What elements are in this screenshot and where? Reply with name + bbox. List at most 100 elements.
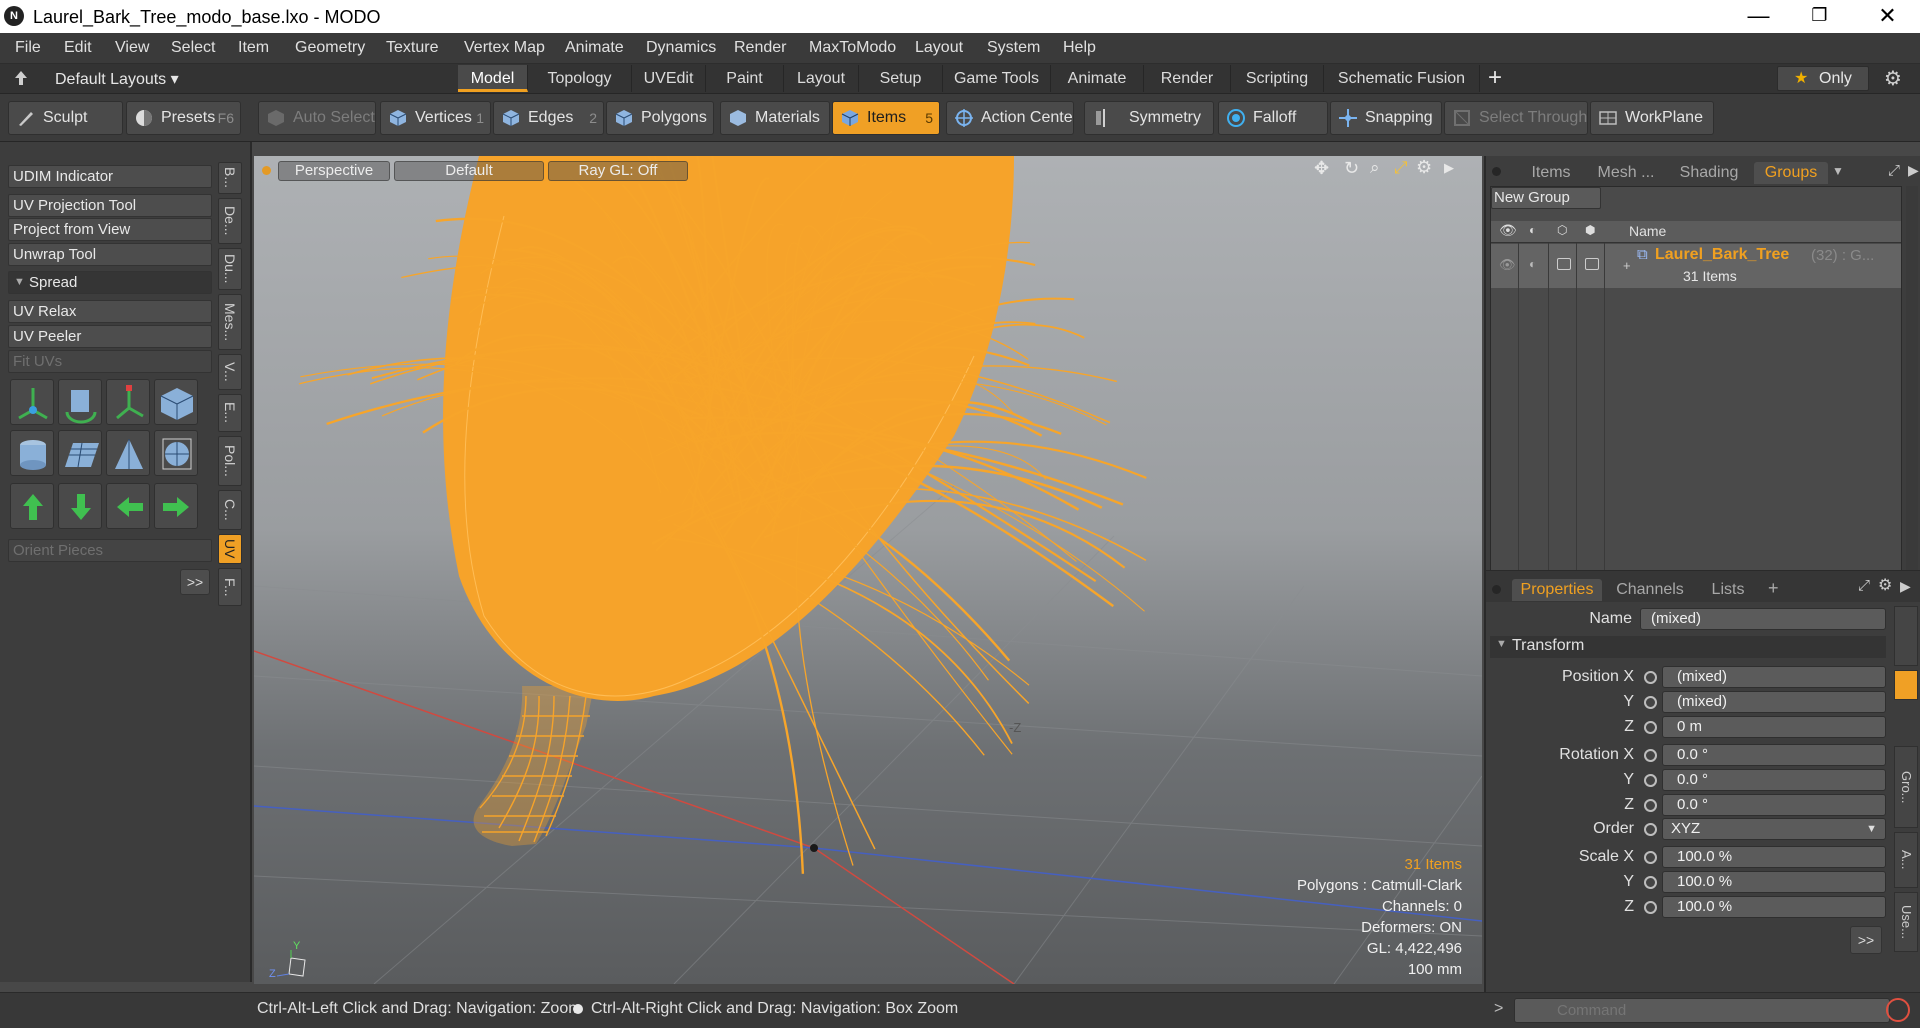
scale-z-key-icon[interactable] (1644, 901, 1657, 914)
command-input[interactable] (1514, 998, 1890, 1023)
zoom-view-icon[interactable]: ⌕ (1370, 158, 1380, 178)
row-render-icon[interactable]: ◐ (1529, 257, 1536, 271)
position-x-field[interactable]: (mixed) (1662, 666, 1886, 688)
vtab-du[interactable]: Du... (218, 248, 242, 290)
arrow-up-icon[interactable] (10, 483, 54, 529)
select-through-button[interactable]: Select Through (1444, 101, 1588, 135)
tab-render[interactable]: Render (1144, 65, 1231, 92)
vertices-button[interactable]: Vertices 1 (380, 101, 491, 135)
uv-peeler-button[interactable]: UV Peeler (8, 325, 212, 348)
viewport-scene[interactable]: -Z (254, 156, 1482, 984)
view-perspective-dropdown[interactable]: Perspective (278, 161, 390, 181)
menu-system[interactable]: System (987, 39, 1040, 57)
symmetry-button[interactable]: Symmetry (1084, 101, 1214, 135)
tab-scripting[interactable]: Scripting (1231, 65, 1324, 92)
uv-projection-tool-button[interactable]: UV Projection Tool (8, 194, 212, 217)
position-z-field[interactable]: 0 m (1662, 716, 1886, 738)
falloff-button[interactable]: Falloff (1218, 101, 1328, 135)
panel-arrow-icon[interactable]: ▶ (1908, 162, 1919, 179)
uv-box-icon[interactable] (154, 379, 198, 425)
properties-gear-icon[interactable]: ⚙ (1878, 575, 1892, 595)
uv-rotate-icon[interactable] (58, 379, 102, 425)
row-select-checkbox[interactable] (1585, 258, 1599, 270)
tab-overflow-chevron-icon[interactable]: ▼ (1832, 164, 1844, 178)
fit-uvs-button[interactable]: Fit UVs (8, 350, 212, 373)
expand-plus-icon[interactable]: + (1623, 258, 1631, 273)
vtab-e[interactable]: E... (218, 394, 242, 432)
menu-maxtomodo[interactable]: MaxToModo (809, 39, 896, 57)
tab-mesh[interactable]: Mesh ... (1586, 162, 1666, 184)
auto-select-button[interactable]: Auto Select (258, 101, 376, 135)
tab-topology[interactable]: Topology (528, 65, 632, 92)
visibility-eye-icon[interactable]: 👁 (1499, 222, 1517, 239)
properties-more-button[interactable]: >> (1850, 926, 1882, 954)
add-tab-button[interactable]: + (1488, 64, 1502, 92)
tab-layout[interactable]: Layout (784, 65, 859, 92)
uv-sphere-icon[interactable] (154, 430, 198, 476)
ray-gl-toggle[interactable]: Ray GL: Off (548, 161, 688, 181)
tab-groups[interactable]: Groups (1754, 162, 1828, 184)
name-field[interactable]: (mixed) (1640, 608, 1886, 630)
sculpt-button[interactable]: Sculpt (8, 101, 123, 135)
tab-schematic-fusion[interactable]: Schematic Fusion (1324, 65, 1480, 92)
menu-view[interactable]: View (115, 39, 149, 57)
viewport-dot-icon[interactable] (262, 166, 271, 175)
order-key-icon[interactable] (1644, 823, 1657, 836)
snapping-button[interactable]: Snapping (1330, 101, 1442, 135)
uv-pyramid-icon[interactable] (106, 430, 150, 476)
side-tab-a[interactable]: A... (1894, 832, 1918, 888)
close-button[interactable]: ✕ (1860, 0, 1915, 33)
materials-button[interactable]: Materials (720, 101, 830, 135)
menu-layout[interactable]: Layout (915, 39, 963, 57)
side-tab-active[interactable] (1894, 670, 1918, 700)
tab-animate[interactable]: Animate (1051, 65, 1144, 92)
menu-render[interactable]: Render (734, 39, 786, 57)
lock-icon[interactable]: ⬡ (1557, 223, 1567, 237)
new-group-button[interactable]: New Group (1491, 187, 1601, 209)
tab-channels[interactable]: Channels (1608, 579, 1692, 601)
properties-arrow-icon[interactable]: ▶ (1900, 578, 1911, 595)
vtab-f[interactable]: F... (218, 568, 242, 606)
polygons-button[interactable]: Polygons (606, 101, 714, 135)
project-from-view-button[interactable]: Project from View (8, 218, 212, 241)
vtab-b[interactable]: B... (218, 162, 242, 194)
fit-view-icon[interactable]: ⤢ (1394, 158, 1408, 178)
layout-arrow-icon[interactable] (14, 70, 28, 86)
tab-items[interactable]: Items (1516, 162, 1586, 184)
uv-planar-icon[interactable] (58, 430, 102, 476)
vtab-de[interactable]: De... (218, 198, 242, 244)
unwrap-tool-button[interactable]: Unwrap Tool (8, 243, 212, 266)
tab-shading[interactable]: Shading (1668, 162, 1750, 184)
rotation-y-field[interactable]: 0.0 ° (1662, 769, 1886, 791)
position-z-key-icon[interactable] (1644, 721, 1657, 734)
workplane-button[interactable]: WorkPlane (1590, 101, 1714, 135)
expand-panel-icon[interactable]: ⤢ (1888, 162, 1900, 179)
scale-x-key-icon[interactable] (1644, 851, 1657, 864)
presets-button[interactable]: Presets F6 (126, 101, 241, 135)
restore-button[interactable]: ❐ (1792, 0, 1847, 33)
tab-lists[interactable]: Lists (1698, 579, 1758, 601)
vtab-uv[interactable]: UV (218, 534, 242, 564)
uv-scale-icon[interactable] (106, 379, 150, 425)
edges-button[interactable]: Edges 2 (493, 101, 604, 135)
orient-pieces-button[interactable]: Orient Pieces (8, 539, 212, 562)
order-dropdown[interactable]: XYZ ▼ (1662, 818, 1886, 840)
uv-cylinder-icon[interactable] (10, 430, 54, 476)
transform-section-header[interactable]: ▼ Transform (1490, 636, 1886, 658)
menu-texture[interactable]: Texture (386, 39, 438, 57)
vtab-v[interactable]: V... (218, 354, 242, 390)
gear-icon[interactable]: ⚙ (1884, 66, 1902, 91)
menu-dynamics[interactable]: Dynamics (646, 39, 716, 57)
viewport-settings-gear-icon[interactable]: ⚙ (1416, 157, 1432, 178)
tab-model[interactable]: Model (458, 65, 528, 92)
side-tab-groups[interactable]: Gro... (1894, 746, 1918, 828)
only-button[interactable]: ★ Only (1777, 66, 1869, 91)
menu-select[interactable]: Select (171, 39, 215, 57)
vtab-pol[interactable]: Pol... (218, 436, 242, 486)
side-tab-top[interactable] (1894, 606, 1918, 666)
groups-scrollbar[interactable] (1906, 186, 1918, 596)
menu-animate[interactable]: Animate (565, 39, 624, 57)
row-lock-checkbox[interactable] (1557, 258, 1571, 270)
groups-panel-dot-icon[interactable] (1492, 167, 1501, 176)
tab-game-tools[interactable]: Game Tools (943, 65, 1051, 92)
